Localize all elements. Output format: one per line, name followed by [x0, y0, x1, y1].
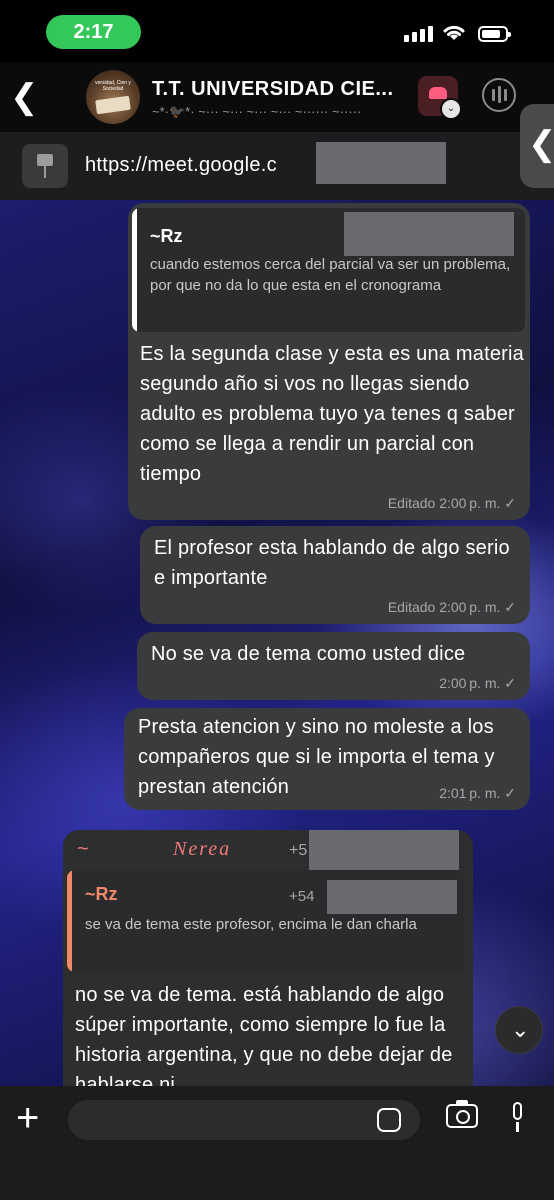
message-meta: Editado 2:00 p. m. ✓ [387, 599, 516, 615]
quoted-message[interactable]: ~Rz cuando estemos cerca del parcial va … [132, 208, 525, 332]
message-text: Es la segunda clase y esta es una materi… [140, 343, 524, 485]
chevron-left-icon: ❮ [528, 125, 554, 163]
quote-text: se va de tema este profesor, encima le d… [85, 916, 417, 933]
pinned-message-bar[interactable]: https://meet.google.c [0, 132, 554, 200]
chevron-left-icon[interactable]: ❮ [10, 80, 39, 114]
message-bubble-outgoing[interactable]: El profesor esta hablando de algo serio … [140, 526, 530, 624]
chat-title[interactable]: T.T. UNIVERSIDAD CIE... [152, 78, 412, 101]
side-panel-handle[interactable]: ❮ [520, 104, 554, 188]
camera-icon[interactable] [446, 1100, 478, 1128]
message-input[interactable] [68, 1100, 420, 1140]
message-meta: 2:00 p. m. ✓ [439, 675, 516, 691]
avatar-caption: versidad, Cien y Sociedad [95, 80, 131, 92]
status-time: 2:17 [46, 15, 141, 49]
quoted-message[interactable]: ~Rz +54 se va de tema este profesor, enc… [67, 870, 465, 972]
message-text: no se va de tema. está hablando de algo … [75, 984, 453, 1096]
quote-phone: +54 [289, 888, 315, 905]
book-icon [95, 95, 131, 115]
voice-chat-icon[interactable] [482, 78, 516, 112]
cellular-signal-icon [404, 26, 433, 42]
sender-name[interactable]: Nerea [173, 838, 231, 861]
chat-subtitle: ~*·🐦‍⬛*· ~··· ~··· ~··· ~··· ~······ ~··… [152, 104, 362, 119]
redacted-block [344, 212, 514, 256]
redacted-block [327, 880, 457, 914]
message-meta: 2:01 p. m. ✓ [439, 785, 516, 801]
quote-bar [132, 208, 137, 332]
people-icon [429, 87, 447, 99]
quote-author: ~Rz [150, 226, 183, 246]
sticker-icon[interactable] [377, 1108, 401, 1132]
message-input-bar: + [0, 1086, 554, 1200]
plus-icon[interactable]: + [16, 1098, 39, 1138]
scroll-to-bottom-button[interactable]: ⌄ [495, 1006, 543, 1054]
pin-icon [22, 144, 68, 188]
message-text: No se va de tema como usted dice [151, 643, 466, 665]
message-bubble-incoming[interactable]: ~ Nerea +5 ~Rz +54 se va de tema este pr… [63, 830, 473, 1096]
sender-phone: +5 [289, 842, 308, 859]
message-bubble-outgoing[interactable]: ~Rz cuando estemos cerca del parcial va … [128, 203, 530, 520]
redacted-block [309, 830, 459, 870]
sender-prefix: ~ [77, 838, 89, 860]
message-bubble-outgoing[interactable]: No se va de tema como usted dice 2:00 p.… [137, 632, 530, 700]
group-avatar[interactable]: versidad, Cien y Sociedad [86, 70, 140, 124]
quote-author: ~Rz [85, 884, 118, 904]
message-meta: Editado 2:00 p. m. ✓ [387, 495, 516, 511]
quote-bar [67, 870, 72, 972]
chat-header: ❮ versidad, Cien y Sociedad T.T. UNIVERS… [0, 62, 554, 132]
message-text: El profesor esta hablando de algo serio … [154, 537, 510, 589]
community-button[interactable]: ⌄ [418, 76, 462, 120]
status-bar: 2:17 [0, 0, 554, 62]
wifi-icon [443, 25, 465, 40]
chevron-down-icon: ⌄ [511, 1017, 530, 1042]
redacted-block [316, 142, 446, 184]
microphone-icon[interactable] [509, 1102, 525, 1132]
battery-icon [478, 26, 511, 42]
message-bubble-outgoing[interactable]: Presta atencion y sino no moleste a los … [124, 708, 530, 810]
chevron-down-icon: ⌄ [440, 98, 462, 120]
quote-text: cuando estemos cerca del parcial va ser … [150, 256, 511, 294]
pinned-url[interactable]: https://meet.google.c [85, 154, 277, 177]
